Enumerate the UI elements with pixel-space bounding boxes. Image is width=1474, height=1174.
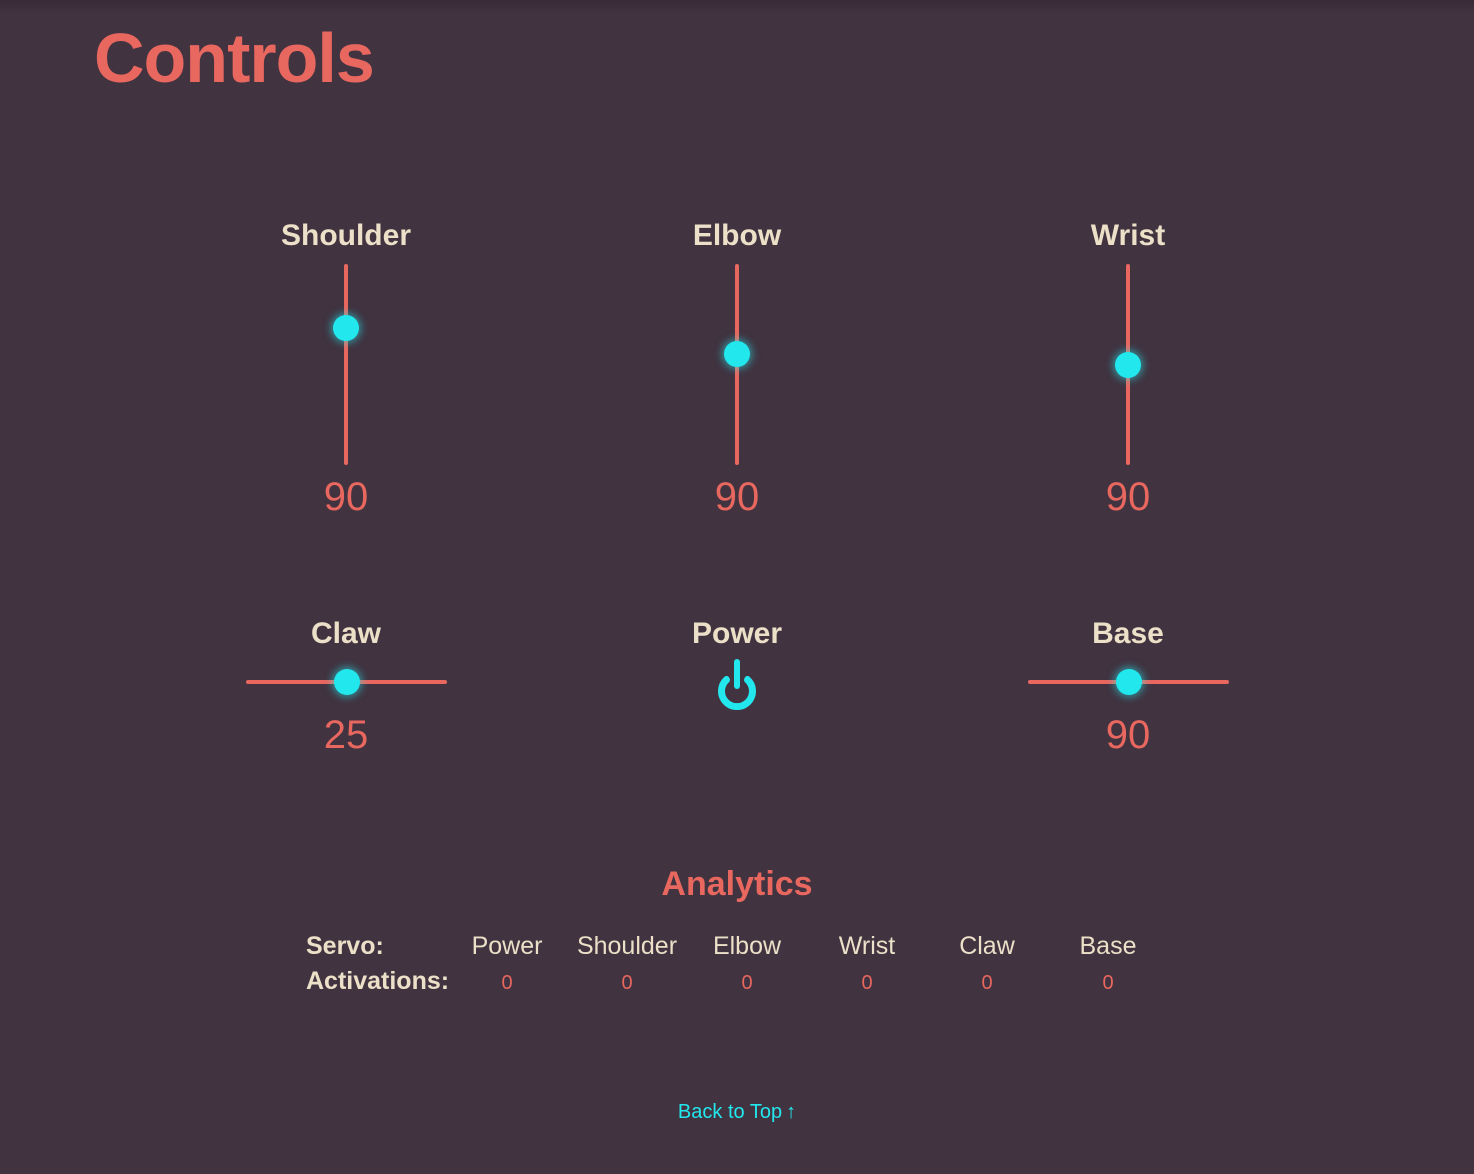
activations-row-label: Activations: — [306, 967, 450, 995]
analytics-servo-name: Power — [471, 932, 543, 960]
analytics-servo-name: Elbow — [712, 932, 782, 960]
analytics-servo-name: Wrist — [838, 932, 896, 960]
shoulder-slider-thumb[interactable] — [333, 315, 359, 342]
wrist-control: Wrist 90 — [1008, 214, 1248, 524]
shoulder-value: 90 — [323, 475, 369, 519]
claw-slider-thumb[interactable] — [333, 669, 360, 695]
claw-value: 25 — [323, 713, 369, 757]
servo-row-label: Servo: — [306, 932, 384, 960]
power-control: Power — [617, 612, 857, 762]
back-to-top-label: Back to Top — [677, 1101, 783, 1123]
shoulder-label: Shoulder — [280, 219, 411, 252]
analytics-activation-count: 0 — [1102, 972, 1114, 994]
analytics-activation-count: 0 — [621, 972, 633, 994]
analytics-activation-count: 0 — [861, 972, 873, 994]
wrist-label: Wrist — [1090, 219, 1166, 252]
elbow-slider-thumb[interactable] — [724, 341, 750, 368]
analytics-title: Analytics — [661, 865, 813, 903]
analytics-activation-count: 0 — [981, 972, 993, 994]
analytics-servo-name: Claw — [959, 932, 1015, 960]
analytics-servo-name: Base — [1079, 932, 1137, 960]
claw-control: Claw 25 — [226, 612, 466, 762]
base-slider[interactable] — [1028, 669, 1229, 695]
wrist-slider[interactable] — [1115, 264, 1141, 465]
power-label: Power — [691, 617, 783, 650]
elbow-control: Elbow 90 — [617, 214, 857, 524]
elbow-value: 90 — [714, 475, 760, 519]
power-button[interactable] — [707, 650, 767, 711]
shoulder-control: Shoulder 90 — [226, 214, 466, 524]
analytics-servo-name: Shoulder — [576, 932, 678, 960]
base-slider-thumb[interactable] — [1115, 669, 1142, 695]
top-shade — [0, 0, 1474, 14]
back-to-top-link[interactable]: Back to Top ↑ — [0, 1098, 1474, 1126]
analytics-activation-count: 0 — [741, 972, 753, 994]
page-title: Controls — [94, 19, 375, 97]
base-value: 90 — [1105, 713, 1151, 757]
power-icon — [718, 659, 756, 711]
analytics-activation-count: 0 — [501, 972, 513, 994]
wrist-slider-thumb[interactable] — [1115, 351, 1141, 378]
arrow-up-icon: ↑ — [786, 1101, 797, 1123]
claw-label: Claw — [310, 617, 382, 650]
base-control: Base 90 — [1008, 612, 1248, 762]
shoulder-slider[interactable] — [333, 264, 359, 465]
elbow-label: Elbow — [692, 219, 782, 252]
elbow-slider[interactable] — [724, 264, 750, 465]
base-label: Base — [1092, 617, 1164, 650]
claw-slider[interactable] — [246, 669, 447, 695]
wrist-value: 90 — [1105, 475, 1151, 519]
